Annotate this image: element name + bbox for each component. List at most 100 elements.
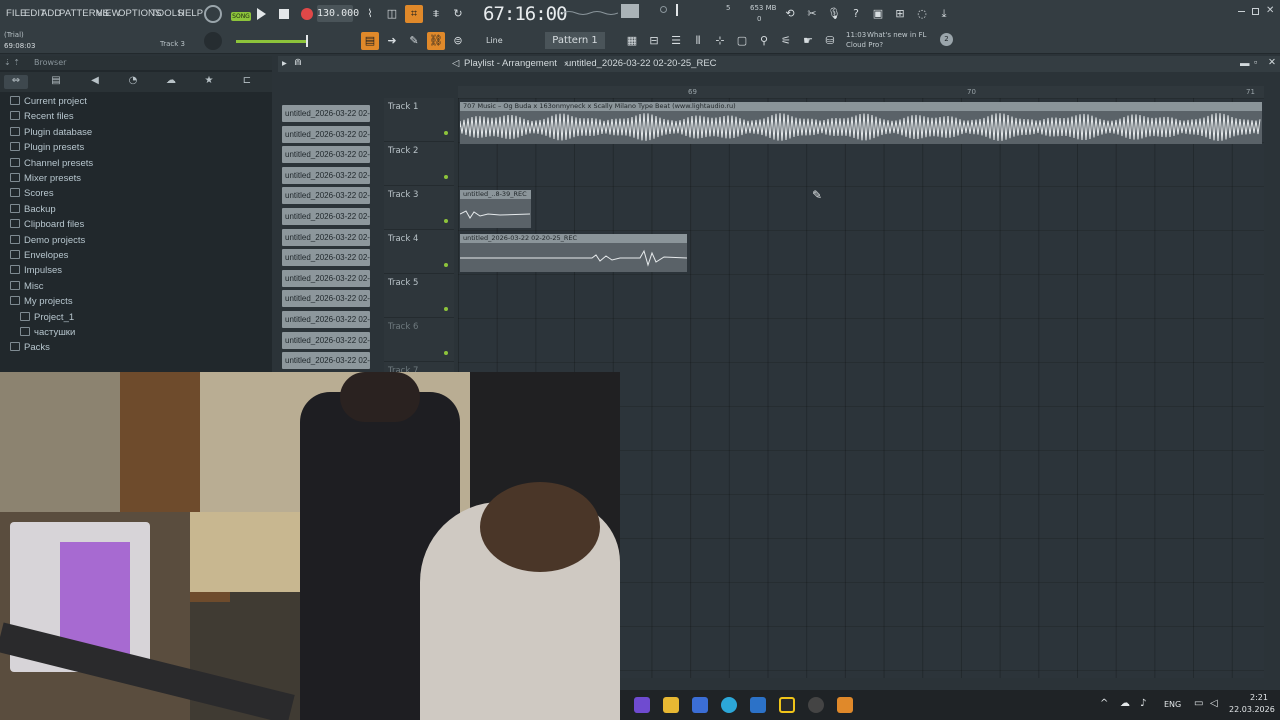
- track-header[interactable]: Track 2: [384, 142, 454, 186]
- menu-view[interactable]: VIEW: [96, 8, 121, 19]
- timeline-ruler[interactable]: 69 70 71: [458, 86, 1264, 98]
- shop-icon[interactable]: ⛁: [821, 32, 839, 50]
- plugin-icon[interactable]: ⚲: [755, 32, 773, 50]
- tray-chevron-icon[interactable]: ^: [1100, 698, 1108, 709]
- browser-icon[interactable]: ☰: [667, 32, 685, 50]
- news-line1[interactable]: What's new in FL: [867, 31, 926, 39]
- tab-star-icon[interactable]: ★: [197, 75, 221, 89]
- picker-clip-button[interactable]: untitled_2026-03-22 02-…: [282, 311, 370, 328]
- download-icon[interactable]: ⤓: [935, 5, 953, 23]
- picker-clip-button[interactable]: untitled_2026-03-22 02-…: [282, 125, 370, 143]
- mic-icon[interactable]: ♪: [1140, 698, 1146, 709]
- picker-clip-button[interactable]: untitled_2026-03-22 02-…: [282, 146, 370, 164]
- browser-item[interactable]: My projects: [10, 296, 73, 311]
- tab-tag-icon[interactable]: ⊏: [235, 75, 259, 89]
- close-icon[interactable]: ✕: [1266, 5, 1274, 16]
- picker-clip-button[interactable]: untitled_2026-03-22 02-…: [282, 228, 370, 246]
- save-icon[interactable]: ▣: [869, 5, 887, 23]
- browser-item[interactable]: Channel presets: [10, 157, 93, 173]
- app-icon[interactable]: [779, 697, 795, 713]
- taskbar-app-icon[interactable]: [634, 697, 650, 713]
- picker-clip-button[interactable]: untitled_2026-03-22 02-…: [282, 105, 370, 122]
- menu-help[interactable]: HELP: [178, 8, 203, 19]
- main-volume-knob[interactable]: [204, 32, 222, 50]
- browser-item[interactable]: Envelopes: [10, 250, 68, 265]
- track-mute-led[interactable]: [444, 175, 448, 179]
- tab-plugin-icon[interactable]: ◔: [121, 75, 145, 89]
- picker-clip-button[interactable]: untitled_2026-03-22 02-…: [282, 269, 370, 287]
- loop-record-icon[interactable]: ↻: [449, 5, 467, 23]
- tab-all-icon[interactable]: ⇔: [4, 75, 28, 89]
- audio-clip-track1[interactable]: 707 Music – Og Buda x 163onmyneck x Scal…: [459, 102, 1262, 144]
- track-mute-led[interactable]: [444, 263, 448, 267]
- play-icon[interactable]: [257, 8, 266, 20]
- stamp-icon[interactable]: ⊜: [449, 32, 467, 50]
- chat-icon[interactable]: ◌: [913, 5, 931, 23]
- browser-item[interactable]: Demo projects: [10, 234, 85, 250]
- maximize-icon[interactable]: [1252, 8, 1259, 15]
- news-line2[interactable]: Cloud Pro?: [846, 41, 883, 49]
- clock-date[interactable]: 22.03.2026: [1229, 705, 1275, 714]
- pencil-icon[interactable]: ✎: [405, 32, 423, 50]
- magnet-icon[interactable]: ⋒: [294, 57, 302, 68]
- clipboard-icon[interactable]: ▢: [733, 32, 751, 50]
- playlist-close-icon[interactable]: ✕: [1268, 57, 1276, 68]
- mixer-view-icon[interactable]: ⫴: [689, 32, 707, 50]
- link-icon[interactable]: ⛓: [427, 32, 445, 50]
- browser-item[interactable]: частушки: [20, 327, 75, 342]
- picker-clip-button[interactable]: untitled_2026-03-22 02-…: [282, 352, 370, 370]
- snap-select[interactable]: Line: [486, 36, 503, 45]
- master-pitch-knob[interactable]: [660, 6, 667, 13]
- cloud-icon[interactable]: ☁: [1120, 698, 1130, 709]
- step-edit-icon[interactable]: ⌗: [405, 5, 423, 23]
- playlist-view-icon[interactable]: ▤: [361, 32, 379, 50]
- fl-studio-icon[interactable]: [837, 697, 853, 713]
- browser-item[interactable]: Scores: [10, 188, 54, 203]
- display-icon[interactable]: ▭: [1194, 698, 1203, 709]
- picker-clip-button[interactable]: untitled_2026-03-22 02-…: [282, 249, 370, 267]
- browser-item[interactable]: Current project: [10, 96, 87, 111]
- browser-arrows-icon[interactable]: ⇣ ⇡: [4, 58, 20, 67]
- master-volume-slider[interactable]: [676, 4, 678, 16]
- browser-item[interactable]: Plugin presets: [10, 142, 84, 157]
- track-mute-led[interactable]: [444, 351, 448, 355]
- microphone-icon[interactable]: 🎙: [825, 5, 843, 23]
- language-indicator[interactable]: ENG: [1164, 700, 1181, 709]
- audio-clip-track4[interactable]: untitled_2026-03-22 02-20-25_REC: [460, 234, 688, 272]
- picker-clip-button[interactable]: untitled_2026-03-22 02-…: [282, 166, 370, 184]
- arrow-right-icon[interactable]: ➜: [383, 32, 401, 50]
- browser-item[interactable]: Impulses: [10, 265, 62, 280]
- mail-icon[interactable]: [750, 697, 766, 713]
- picker-clip-button[interactable]: untitled_2026-03-22 02-…: [282, 331, 370, 349]
- clock-time[interactable]: 2:21: [1250, 693, 1268, 702]
- playlist-maximize-icon[interactable]: ▫: [1254, 57, 1257, 68]
- track-mute-led[interactable]: [444, 131, 448, 135]
- mixer-icon[interactable]: ⊞: [891, 5, 909, 23]
- media-icon[interactable]: [808, 697, 824, 713]
- cut-icon[interactable]: ✂: [803, 5, 821, 23]
- playlist-menu-arrow-icon[interactable]: ▸: [282, 58, 287, 69]
- tab-speaker-icon[interactable]: ◀: [83, 75, 107, 89]
- record-icon[interactable]: [301, 8, 313, 20]
- pat-song-dial-icon[interactable]: [204, 5, 222, 23]
- audio-clip-track3[interactable]: untitled_..8-39_REC: [459, 190, 531, 228]
- browser-item[interactable]: Recent files: [10, 111, 74, 126]
- stop-icon[interactable]: [279, 9, 289, 19]
- minimize-icon[interactable]: [1238, 11, 1245, 12]
- news-badge[interactable]: 2: [940, 33, 953, 46]
- help-icon[interactable]: ?: [847, 5, 865, 23]
- track-header[interactable]: Track 4: [384, 230, 454, 274]
- store-icon[interactable]: [692, 697, 708, 713]
- browser-item[interactable]: Packs: [10, 342, 50, 357]
- tab-cloud-icon[interactable]: ☁: [159, 75, 183, 89]
- track-mute-led[interactable]: [444, 219, 448, 223]
- undo-icon[interactable]: ⟲: [781, 5, 799, 23]
- picker-clip-button[interactable]: untitled_2026-03-22 02-…: [282, 187, 370, 205]
- track-header[interactable]: Track 6: [384, 318, 454, 362]
- browser-item[interactable]: Plugin database: [10, 126, 92, 142]
- tuner-icon[interactable]: ⚟: [777, 32, 795, 50]
- touch-icon[interactable]: ☛: [799, 32, 817, 50]
- pattern-select[interactable]: Pattern 1: [545, 32, 605, 49]
- track-header[interactable]: Track 5: [384, 274, 454, 318]
- browser-item[interactable]: Clipboard files: [10, 219, 84, 234]
